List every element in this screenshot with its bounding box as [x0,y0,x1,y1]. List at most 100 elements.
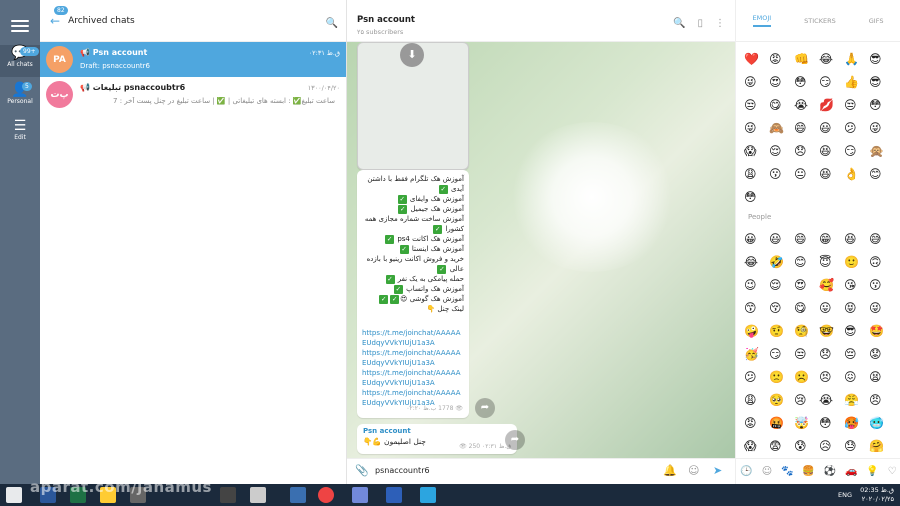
emoji-item[interactable]: 🥶 [869,416,894,431]
more-icon[interactable]: ⋮ [715,18,725,29]
emoji-item[interactable]: 😄 [794,232,819,247]
emoji-item[interactable]: 😏 [819,75,844,90]
app-icon[interactable] [250,487,266,503]
emoji-item[interactable]: 😎 [869,52,894,67]
hamburger-icon[interactable] [11,20,29,32]
emoji-item[interactable]: 😭 [819,393,844,408]
emoji-item[interactable]: 😊 [869,167,894,182]
emoji-item[interactable]: 😱 [744,439,769,454]
emoji-item[interactable]: 😍 [794,278,819,293]
emoji-item[interactable]: 😆 [844,232,869,247]
emoji-item[interactable]: 😩 [744,167,769,182]
emoji-item[interactable]: 😰 [794,439,819,454]
emoji-item[interactable]: 😓 [844,439,869,454]
emoji-item[interactable]: 😩 [744,393,769,408]
emoji-item[interactable]: 😳 [819,416,844,431]
emoji-item[interactable]: 😥 [819,439,844,454]
telegram-icon[interactable] [420,487,436,503]
food-icon[interactable]: 🍔 [802,466,814,477]
channel-name[interactable]: Psn account [363,427,511,435]
emoji-item[interactable]: 😏 [844,144,869,159]
emoji-item[interactable]: 😐 [794,167,819,182]
emoji-item[interactable]: 😂 [744,255,769,270]
emoji-item[interactable]: 😝 [844,301,869,316]
emoji-item[interactable]: 😠 [869,393,894,408]
emoji-item[interactable]: 😌 [769,144,794,159]
animal-icon[interactable]: 🐾 [781,466,793,477]
emoji-item[interactable]: 😆 [819,167,844,182]
emoji-item[interactable]: 😄 [794,121,819,136]
emoji-item[interactable]: 🤨 [769,324,794,339]
emoji-item[interactable]: 🤗 [869,439,894,454]
emoji-item[interactable]: 🤓 [819,324,844,339]
search-icon[interactable]: 🔍 [673,18,685,29]
emoji-item[interactable]: 😜 [744,75,769,90]
emoji-item[interactable]: 😔 [844,347,869,362]
emoji-item[interactable]: 😜 [869,301,894,316]
emoji-item[interactable]: 😳 [744,190,769,205]
car-icon[interactable]: 🚗 [845,466,857,477]
emoji-item[interactable]: 🙃 [869,255,894,270]
emoji-item[interactable]: 😇 [819,255,844,270]
send-icon[interactable]: ➤ [713,464,722,477]
emoji-item[interactable]: 😢 [794,393,819,408]
emoji-item[interactable]: 😣 [819,370,844,385]
emoji-item[interactable]: 😉 [744,278,769,293]
emoji-item[interactable]: 🙊 [869,144,894,159]
chrome-icon[interactable] [318,487,334,503]
post-image[interactable]: ⬇ [357,42,469,170]
emoji-item[interactable]: 🥰 [819,278,844,293]
emoji-item[interactable]: 😨 [769,439,794,454]
invite-link[interactable]: https://t.me/joinchat/AAAAAEUdqyVVkYIUjU… [362,328,464,348]
emoji-item[interactable]: 😕 [844,121,869,136]
ball-icon[interactable]: ⚽ [824,466,836,477]
emoji-item[interactable]: 🙁 [769,370,794,385]
emoji-item[interactable]: 😜 [744,121,769,136]
search-icon[interactable]: 🔍 [326,18,338,29]
emoji-item[interactable]: 😋 [769,98,794,113]
emoji-item[interactable]: 😡 [769,52,794,67]
emoji-item[interactable]: 😜 [869,121,894,136]
emoji-item[interactable]: 🤯 [794,416,819,431]
app-icon[interactable] [220,487,236,503]
emoji-item[interactable]: 😋 [794,301,819,316]
emoji-item[interactable]: 🤩 [869,324,894,339]
emoji-item[interactable]: 😛 [819,301,844,316]
bulb-icon[interactable]: 💡 [866,466,878,477]
emoji-item[interactable]: 😡 [744,416,769,431]
forward-icon[interactable]: ➦ [505,430,525,450]
emoji-item[interactable]: 🙏 [844,52,869,67]
attach-icon[interactable]: 📎 [355,464,369,477]
emoji-item[interactable]: 😊 [794,255,819,270]
chat-item-psn-account[interactable]: PA 📢 Psn account ق.ظ ۰۲:۳۱ Draft: psnacc… [40,42,346,77]
chat-item-tabligh[interactable]: پ‌ت 📢 تبلیغات psnaccoubtr6 ۱۳۰۰/۰۴/۲۰ سا… [40,77,346,112]
emoji-item[interactable]: 😗 [769,167,794,182]
folder-personal[interactable]: 👤 5 Personal [0,82,40,112]
emoji-item[interactable]: 🥳 [744,347,769,362]
emoji-item[interactable]: 😞 [819,347,844,362]
emoji-item[interactable]: 😤 [844,393,869,408]
emoji-item[interactable]: 🤣 [769,255,794,270]
windows-start-icon[interactable] [6,487,22,503]
clock[interactable]: ق.ظ 02:35 ۲۰۲۰/۰۲/۲۵ [860,486,894,504]
bell-icon[interactable]: 🔔 [663,464,677,477]
emoji-item[interactable]: 😟 [869,347,894,362]
emoji-item[interactable]: 🥵 [844,416,869,431]
emoji-item[interactable]: 😍 [769,75,794,90]
emoji-item[interactable]: 😳 [869,98,894,113]
emoji-item[interactable]: 😅 [869,232,894,247]
emoji-item[interactable]: 🤪 [744,324,769,339]
folder-edit[interactable]: ☰ Edit [0,118,40,146]
sidebar-toggle-icon[interactable]: ▯ [697,18,703,29]
emoji-item[interactable]: 🤬 [769,416,794,431]
emoji-item[interactable]: 😏 [769,347,794,362]
shield-icon[interactable] [386,487,402,503]
emoji-item[interactable]: 😙 [744,301,769,316]
emoji-item[interactable]: 😘 [844,278,869,293]
emoji-item[interactable]: 😃 [819,121,844,136]
message-area[interactable]: ⬇ آموزش هک تلگرام فقط با داشتن آیدی ✓ آم… [347,42,735,458]
emoji-item[interactable]: 😭 [794,98,819,113]
emoji-item[interactable]: 👊 [794,52,819,67]
emoji-item[interactable]: 🥺 [769,393,794,408]
forward-icon[interactable]: ➦ [475,398,495,418]
